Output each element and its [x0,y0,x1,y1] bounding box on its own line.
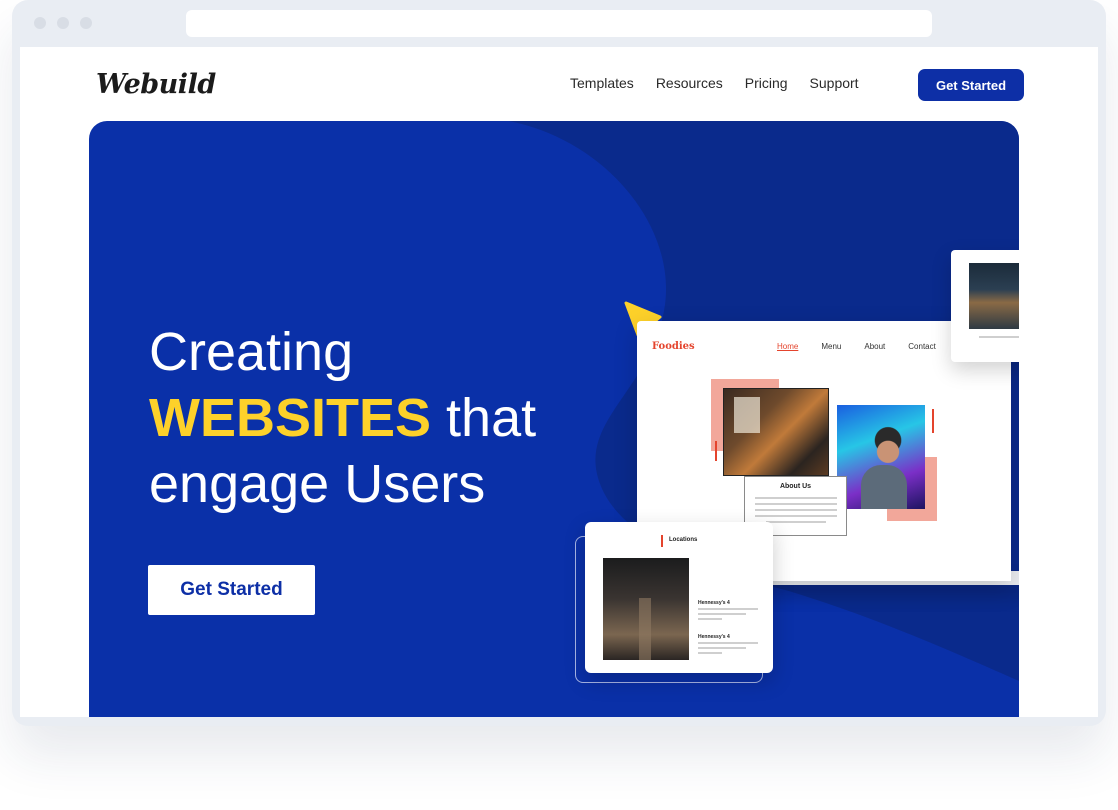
mockup-locations-card: Locations Hennessy's 4 Hennessy's 4 [585,522,773,673]
headline-highlight: WEBSITES [149,388,432,448]
page-viewport: Webuild Templates Resources Pricing Supp… [20,47,1098,717]
mockup-location-name: Hennessy's 4 [698,600,730,606]
placeholder-text-line [766,521,826,523]
mockup-red-accent [715,441,717,461]
placeholder-text-line [698,613,746,615]
mockup-location-item: Hennessy's 4 [698,634,758,657]
placeholder-text-line [755,515,837,517]
window-dot-maximize[interactable] [80,17,92,29]
mockup-person-photo [837,405,925,509]
placeholder-text-line [979,336,1019,338]
mockup-site-logo: Foodies [652,341,695,352]
brand-logo[interactable]: Webuild [96,69,216,100]
mockup-nav-menu: Menu [821,342,842,351]
hero-headline: Creating WEBSITES that engage Users [149,319,536,517]
hero-get-started-button[interactable]: Get Started [148,565,315,615]
placeholder-text-line [698,647,746,649]
mockup-cafe-photo [969,263,1019,329]
placeholder-text-line [755,509,837,511]
address-bar[interactable] [186,10,932,37]
nav-get-started-button[interactable]: Get Started [918,69,1024,101]
mockup-location-item: Hennessy's 4 [698,600,758,623]
nav-link-support[interactable]: Support [810,75,859,91]
mockup-red-accent [661,535,663,547]
mockup-about-title: About Us [779,483,812,490]
mockup-nav: Home Menu About Contact [777,342,936,351]
placeholder-text-line [755,497,837,499]
headline-line-1: Creating [149,322,354,382]
window-dot-close[interactable] [34,17,46,29]
window-controls [34,17,92,29]
placeholder-text-line [698,652,722,654]
window-dot-minimize[interactable] [57,17,69,29]
mockup-restaurant-photo [723,388,829,476]
headline-line-3: engage Users [149,454,486,514]
mockup-location-name: Hennessy's 4 [698,634,730,640]
mockup-locations-title: Locations [669,537,698,543]
mockup-nav-contact: Contact [908,342,936,351]
nav-link-templates[interactable]: Templates [570,75,634,91]
nav-link-pricing[interactable]: Pricing [745,75,788,91]
nav-link-resources[interactable]: Resources [656,75,723,91]
main-nav: Templates Resources Pricing Support [570,75,859,91]
placeholder-text-line [698,608,758,610]
placeholder-text-line [698,618,722,620]
browser-window: Webuild Templates Resources Pricing Supp… [12,0,1106,726]
mockup-interior-photo [603,558,689,660]
placeholder-text-line [698,642,758,644]
placeholder-text-line [755,503,837,505]
mockup-red-accent [932,409,934,433]
headline-line-2-rest: that [431,388,537,448]
mockup-nav-home: Home [777,342,799,351]
hero-section: Creating WEBSITES that engage Users Get … [89,121,1019,717]
mockup-nav-about: About [864,342,886,351]
mockup-card-top-right [951,250,1019,362]
